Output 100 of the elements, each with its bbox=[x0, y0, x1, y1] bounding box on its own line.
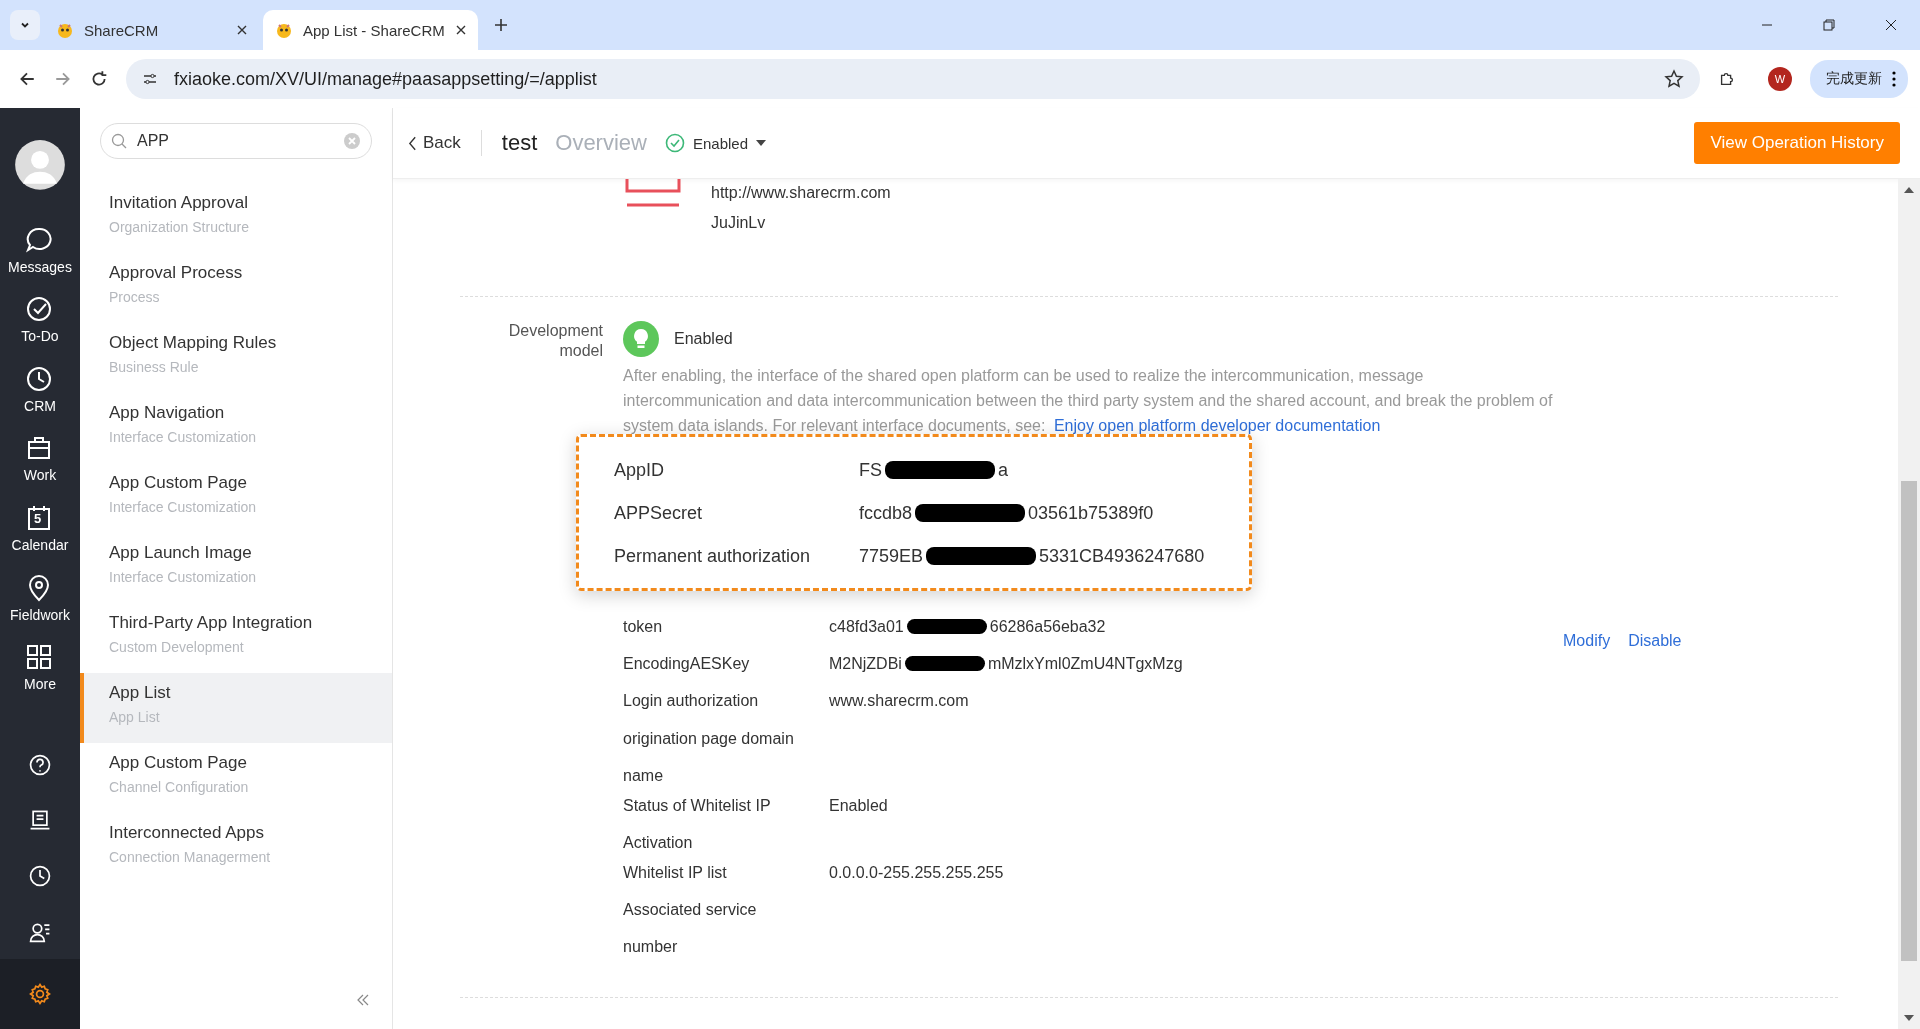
field-label: Permanent authorization bbox=[614, 545, 812, 567]
menu-item-subtitle: Connection Managerment bbox=[109, 849, 272, 865]
value-text: fccdb8 bbox=[859, 502, 913, 524]
calendar-date: 5 bbox=[34, 511, 42, 527]
scroll-down-icon[interactable] bbox=[1904, 1015, 1914, 1021]
field-label: Status of Whitelist IP Activation bbox=[623, 795, 772, 853]
nav-label: Calendar bbox=[11, 537, 69, 554]
clock-icon[interactable] bbox=[28, 863, 52, 888]
avatar[interactable] bbox=[15, 140, 65, 190]
update-button[interactable]: 完成更新 bbox=[1810, 60, 1908, 98]
caret-icon bbox=[756, 140, 766, 146]
close-icon[interactable] bbox=[1885, 19, 1897, 31]
nav-item[interactable]: To-Do bbox=[21, 295, 59, 365]
search-icon bbox=[111, 133, 127, 149]
check-icon[interactable] bbox=[25, 295, 53, 324]
field-label: Whitelist IP list bbox=[623, 862, 728, 883]
menu-item[interactable]: Approval Process Process bbox=[80, 253, 392, 323]
field-label: AppID bbox=[614, 459, 666, 481]
menu-item-subtitle: Process bbox=[109, 289, 161, 305]
back-button[interactable]: Back bbox=[408, 133, 461, 153]
menu-item[interactable]: App Launch Image Interface Customization bbox=[80, 533, 392, 603]
menu-item-subtitle: Interface Customization bbox=[109, 429, 258, 445]
field-label: token bbox=[623, 617, 664, 637]
nav-item[interactable]: Messages bbox=[8, 225, 72, 296]
menu-item-title: App Custom Page bbox=[109, 473, 248, 493]
menu-item[interactable]: App Custom Page Channel Configuration bbox=[80, 743, 392, 813]
close-icon[interactable] bbox=[237, 25, 247, 35]
chevron-left-icon bbox=[408, 135, 417, 151]
value-text: 66286a56eba32 bbox=[989, 617, 1106, 637]
help-icon[interactable] bbox=[28, 752, 52, 777]
menu-item[interactable]: Object Mapping Rules Business Rule bbox=[80, 323, 392, 393]
forward-arrow-icon[interactable] bbox=[54, 70, 72, 88]
nav-item[interactable]: Fieldwork bbox=[10, 573, 70, 644]
new-tab-icon[interactable] bbox=[494, 18, 508, 32]
nav-label: More bbox=[24, 676, 56, 693]
status-dropdown[interactable]: Enabled bbox=[664, 133, 766, 153]
action-link[interactable]: Modify bbox=[1563, 632, 1611, 966]
field-label: Associated service number bbox=[623, 899, 758, 957]
collapse-icon[interactable] bbox=[356, 993, 370, 1007]
menu-item[interactable]: App List App List bbox=[80, 673, 392, 743]
reload-icon[interactable] bbox=[90, 70, 108, 88]
chat-icon[interactable] bbox=[25, 225, 53, 254]
value-text: 0.0.0.0-255.255.255.255 bbox=[829, 862, 1004, 883]
lightbulb-icon bbox=[623, 321, 659, 357]
menu-item[interactable]: Interconnected Apps Connection Managerment bbox=[80, 813, 392, 883]
menu-item-title: App Launch Image bbox=[109, 543, 253, 563]
back-arrow-icon[interactable] bbox=[18, 70, 36, 88]
nav-label: To-Do bbox=[21, 328, 59, 345]
nav-label: CRM bbox=[24, 397, 56, 414]
app-logo-icon bbox=[625, 179, 681, 207]
value-text: 5331CB4936247680 bbox=[1039, 545, 1205, 567]
menu-item[interactable]: Third-Party App Integration Custom Development bbox=[80, 603, 392, 673]
more-icon[interactable] bbox=[1892, 71, 1896, 87]
scrollbar[interactable] bbox=[1898, 179, 1920, 1029]
value-text: Enabled bbox=[829, 795, 888, 816]
nav-label: Messages bbox=[8, 258, 72, 275]
menu-item-subtitle: Interface Customization bbox=[109, 569, 258, 585]
action-link[interactable]: Disable bbox=[1628, 632, 1682, 966]
menu-item-title: Third-Party App Integration bbox=[109, 613, 314, 633]
bookmark-star-icon[interactable] bbox=[1664, 69, 1684, 89]
address-bar[interactable]: fxiaoke.com/XV/UI/manage#paasappsetting/=/applist bbox=[126, 59, 1700, 99]
field-label: Login authorization origination page domain name bbox=[623, 691, 795, 786]
menu-item-subtitle: Business Rule bbox=[109, 359, 200, 375]
menu-item-title: Invitation Approval bbox=[109, 193, 249, 213]
nav-item[interactable]: CRM bbox=[24, 364, 56, 435]
menu-item-subtitle: Channel Configuration bbox=[109, 779, 250, 795]
nav-tool[interactable] bbox=[0, 959, 80, 1029]
nav-item[interactable]: More bbox=[24, 643, 56, 713]
browser-tab[interactable]: ShareCRM bbox=[44, 10, 259, 50]
menu-item-title: Interconnected Apps bbox=[109, 823, 265, 843]
extensions-icon[interactable] bbox=[1718, 70, 1736, 88]
menu-item-title: Approval Process bbox=[109, 263, 244, 283]
menu-item-title: App Custom Page bbox=[109, 753, 248, 773]
scroll-up-icon[interactable] bbox=[1904, 187, 1914, 193]
nav-label: Work bbox=[23, 467, 57, 484]
close-icon[interactable] bbox=[456, 25, 466, 35]
grid-icon[interactable] bbox=[25, 643, 53, 672]
settings-icon[interactable] bbox=[28, 982, 52, 1007]
documentation-link[interactable]: Enjoy open platform developer documentation bbox=[1053, 417, 1381, 434]
nav-item[interactable]: Work bbox=[23, 434, 57, 505]
clock-icon[interactable] bbox=[25, 364, 53, 393]
profile-avatar[interactable]: W bbox=[1768, 67, 1792, 91]
value-text: FS bbox=[859, 459, 882, 481]
nav-item[interactable]: 5 Calendar bbox=[11, 504, 69, 574]
site-settings-icon[interactable] bbox=[142, 71, 158, 87]
check-circle-icon bbox=[664, 133, 685, 153]
mascot-icon bbox=[56, 21, 74, 39]
browser-tab[interactable]: App List - ShareCRM bbox=[263, 10, 478, 50]
calendar-icon[interactable] bbox=[25, 504, 53, 533]
menu-item[interactable]: Invitation Approval Organization Structure bbox=[80, 183, 392, 253]
value-text: 7759EB bbox=[859, 545, 924, 567]
restore-icon[interactable] bbox=[1823, 19, 1835, 31]
value-text: M2NjZDBi bbox=[829, 654, 902, 674]
menu-item-title: Object Mapping Rules bbox=[109, 333, 278, 353]
value-text: c48fd3a01 bbox=[829, 617, 904, 637]
menu-item[interactable]: App Custom Page Interface Customization bbox=[80, 463, 392, 533]
menu-item[interactable]: App Navigation Interface Customization bbox=[80, 393, 392, 463]
menu-item-title: App List bbox=[109, 683, 172, 703]
field-label: APPSecret bbox=[614, 502, 704, 524]
field-label: Development model bbox=[507, 321, 603, 361]
